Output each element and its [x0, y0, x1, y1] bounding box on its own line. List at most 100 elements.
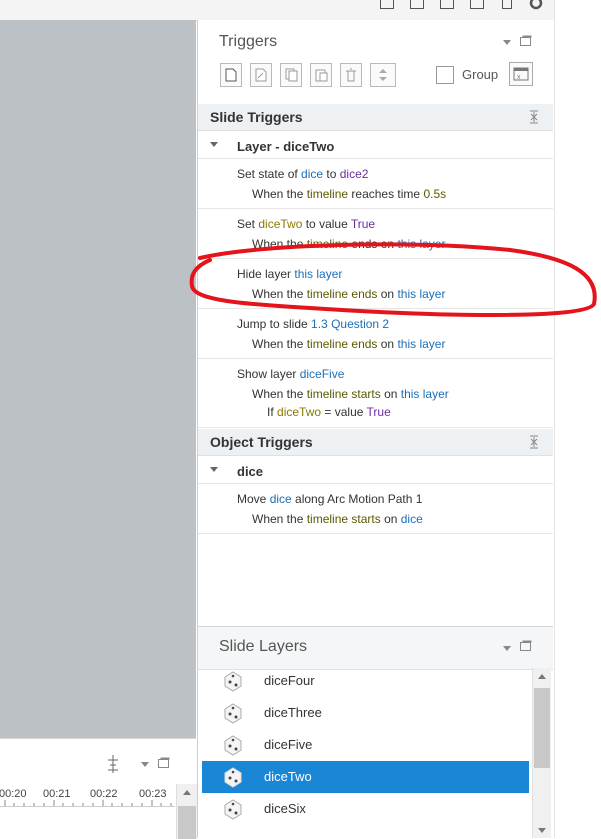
align-icon[interactable] [106, 755, 120, 773]
tick-label: 00:21 [43, 788, 71, 800]
panel-menu-icon[interactable] [503, 40, 511, 45]
trigger-action: Move dice along Arc Motion Path 1 [237, 492, 422, 506]
text: Show layer [237, 367, 300, 381]
paste-trigger-button[interactable] [310, 63, 332, 87]
group-checkbox[interactable] [436, 66, 454, 84]
layer-name: diceFive [264, 737, 313, 752]
panel-title: Triggers [219, 33, 278, 50]
scroll-thumb[interactable] [534, 688, 550, 768]
value-link[interactable]: True [367, 405, 391, 419]
text: along Arc Motion Path 1 [291, 492, 423, 506]
text: If [267, 405, 278, 419]
variable-link[interactable]: diceTwo [277, 405, 321, 419]
float-panel-icon[interactable] [520, 640, 532, 651]
trigger-action: Show layer diceFive [237, 367, 344, 381]
copy-trigger-button[interactable] [280, 63, 302, 87]
scroll-thumb[interactable] [178, 806, 196, 839]
layers-scrollbar[interactable] [532, 668, 551, 838]
variable-link[interactable]: diceTwo [258, 217, 302, 231]
trigger-condition: When the timeline starts on dice [252, 512, 423, 526]
outer-margin [554, 0, 601, 838]
state-link[interactable]: dice2 [340, 167, 369, 181]
trigger-item[interactable]: Show layer diceFive When the timeline st… [198, 359, 553, 428]
collapse-icon[interactable] [529, 110, 539, 124]
event-type-link[interactable]: starts [348, 512, 380, 526]
layer-link[interactable]: diceFive [300, 367, 345, 381]
text: to [323, 167, 340, 181]
group-title: Layer - diceTwo [237, 139, 335, 154]
timeline-scrollbar[interactable] [176, 784, 197, 839]
text: = value [321, 405, 367, 419]
variables-button[interactable]: x [509, 62, 533, 86]
expand-arrow-icon[interactable] [210, 467, 218, 472]
layer-row[interactable]: diceThree [202, 697, 529, 729]
value-link[interactable]: True [351, 217, 375, 231]
view-icon[interactable] [440, 0, 454, 9]
text: Move [237, 492, 270, 506]
layer-row-selected[interactable]: diceTwo [202, 761, 529, 793]
text: When the [252, 387, 307, 401]
timeline-ruler[interactable]: 00:20 00:21 00:22 00:23 [0, 784, 175, 807]
slide-stage[interactable] [0, 20, 196, 738]
trigger-group-layer[interactable]: Layer - diceTwo [198, 132, 553, 159]
event-link[interactable]: timeline [307, 187, 348, 201]
view-icon[interactable] [380, 0, 394, 9]
phone-icon[interactable] [502, 0, 512, 9]
expand-arrow-icon[interactable] [210, 142, 218, 147]
new-trigger-button[interactable] [220, 63, 242, 87]
layer-row[interactable]: diceFive [202, 729, 529, 761]
variables-icon: x [513, 67, 529, 81]
event-link[interactable]: timeline [307, 387, 348, 401]
slide-triggers-header[interactable]: Slide Triggers [198, 104, 553, 131]
event-type-link[interactable]: ends [348, 337, 377, 351]
text: on [380, 387, 401, 401]
object-link[interactable]: this layer [397, 337, 445, 351]
view-icon[interactable] [410, 0, 424, 9]
object-link[interactable]: dice [270, 492, 292, 506]
object-link[interactable]: dice [401, 512, 423, 526]
dice-icon [224, 735, 242, 756]
dice-icon [224, 703, 242, 724]
layer-name: diceThree [264, 705, 322, 720]
text: to value [302, 217, 351, 231]
delete-trigger-button[interactable] [340, 63, 362, 87]
move-trigger-stepper[interactable] [370, 63, 396, 87]
trigger-condition: When the timeline starts on this layer [252, 387, 449, 401]
group-title: dice [237, 464, 264, 479]
float-panel-icon[interactable] [158, 757, 170, 768]
event-link[interactable]: timeline [307, 337, 348, 351]
trigger-item[interactable]: Set state of dice to dice2 When the time… [198, 159, 553, 209]
slide-layers-header: Slide Layers [198, 626, 553, 670]
view-icon[interactable] [470, 0, 484, 9]
object-triggers-header[interactable]: Object Triggers [198, 429, 553, 456]
float-panel-icon[interactable] [520, 35, 532, 46]
text: on [377, 337, 398, 351]
text: reaches time [348, 187, 424, 201]
section-title: Object Triggers [210, 434, 313, 450]
gear-icon[interactable] [528, 0, 544, 10]
event-link[interactable]: timeline [307, 512, 348, 526]
layer-row[interactable]: diceFour [202, 665, 529, 697]
text: on [380, 512, 401, 526]
dice-icon [224, 799, 242, 820]
dice-icon [224, 767, 242, 788]
collapse-icon[interactable] [529, 435, 539, 449]
trigger-action: Set state of dice to dice2 [237, 167, 368, 181]
layer-name: diceFour [264, 673, 315, 688]
scroll-down-icon[interactable] [538, 828, 546, 833]
edit-trigger-button[interactable] [250, 63, 272, 87]
panel-menu-icon[interactable] [503, 646, 511, 651]
panel-menu-icon[interactable] [141, 762, 149, 767]
object-link[interactable]: dice [301, 167, 323, 181]
object-link[interactable]: this layer [401, 387, 449, 401]
trigger-group-object[interactable]: dice [198, 457, 553, 484]
layer-row[interactable]: diceSix [202, 793, 529, 825]
trigger-condition-extra: If diceTwo = value True [267, 405, 391, 419]
trigger-condition: When the timeline ends on this layer [252, 337, 445, 351]
trigger-item[interactable]: Move dice along Arc Motion Path 1 When t… [198, 484, 553, 534]
text: When the [252, 187, 307, 201]
time-link[interactable]: 0.5s [423, 187, 446, 201]
scroll-up-icon[interactable] [538, 674, 546, 679]
scroll-up-icon[interactable] [183, 790, 191, 795]
event-type-link[interactable]: starts [348, 387, 380, 401]
